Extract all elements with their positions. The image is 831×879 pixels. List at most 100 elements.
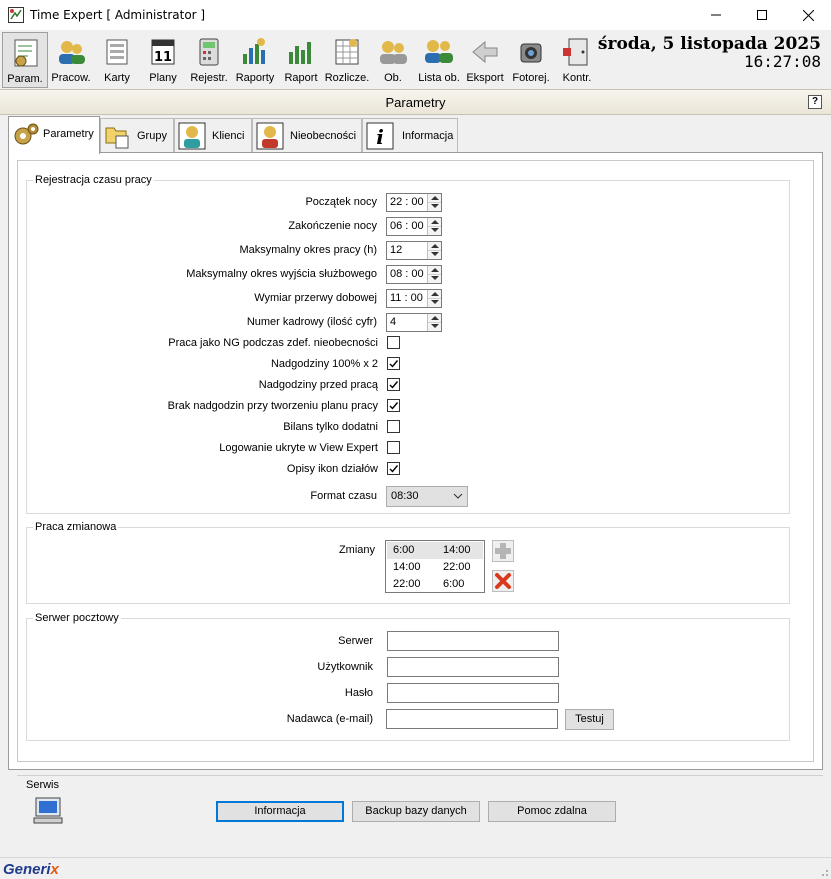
shift-start: 14:00 [393, 561, 421, 573]
password-label: Hasło [344, 687, 373, 699]
spin-field[interactable]: 06 : 00 [386, 217, 442, 236]
spin-up-icon[interactable] [431, 244, 439, 248]
minimize-line-icon [711, 14, 721, 16]
backup-database-button[interactable]: Backup bazy danych [352, 801, 480, 822]
close-icon [802, 9, 814, 21]
shifts-list[interactable]: 6:00 14:00 14:00 22:00 22:00 6:00 [385, 540, 485, 593]
registration-group-title: Rejestracja czasu pracy [33, 174, 154, 186]
field-label: Początek nocy [305, 196, 377, 208]
service-title: Serwis [26, 779, 60, 791]
resize-grip-icon[interactable] [819, 867, 829, 877]
checkbox-label: Bilans tylko dodatni [283, 421, 378, 433]
checkbox[interactable] [387, 420, 400, 433]
spin-down-icon[interactable] [431, 300, 439, 304]
tab-nieobecnosci[interactable]: Nieobecności [252, 118, 362, 152]
section-title: Parametry [385, 95, 446, 110]
close-button[interactable] [785, 0, 831, 30]
current-date: środa, 5 listopada 2025 [597, 34, 821, 54]
checkbox[interactable] [387, 336, 400, 349]
spin-value: 22 : 00 [390, 196, 424, 208]
checkmark-icon [389, 402, 399, 410]
tab-grupy[interactable]: Grupy [100, 118, 174, 152]
time-format-label: Format czasu [310, 490, 377, 502]
sender-email-input[interactable] [386, 709, 558, 729]
spin-up-icon[interactable] [431, 268, 439, 272]
spin-buttons[interactable] [427, 242, 441, 259]
plus-icon [495, 543, 511, 559]
mail-group-title: Serwer pocztowy [33, 612, 121, 624]
svg-text:i: i [376, 125, 384, 149]
checkmark-icon [389, 381, 399, 389]
user-input[interactable] [387, 657, 559, 677]
spin-down-icon[interactable] [431, 252, 439, 256]
tab-label: Nieobecności [290, 130, 357, 142]
checkmark-icon [389, 465, 399, 473]
generix-logo: Generix [3, 861, 59, 878]
maximize-button[interactable] [739, 0, 785, 30]
tab-klienci[interactable]: Klienci [174, 118, 252, 152]
spin-field[interactable]: 12 [386, 241, 442, 260]
server-input[interactable] [387, 631, 559, 651]
spin-value: 06 : 00 [390, 220, 424, 232]
spin-buttons[interactable] [427, 266, 441, 283]
camera-icon [520, 43, 542, 63]
spin-buttons[interactable] [427, 218, 441, 235]
shift-end: 6:00 [443, 578, 465, 590]
user-label: Użytkownik [317, 661, 373, 673]
spin-up-icon[interactable] [431, 316, 439, 320]
export-arrow-icon [472, 40, 498, 64]
checkbox[interactable] [387, 462, 400, 475]
app-icon [8, 7, 24, 23]
spin-down-icon[interactable] [431, 324, 439, 328]
server-label: Serwer [338, 635, 373, 647]
gears-icon [14, 123, 39, 145]
info-button[interactable]: Informacja [216, 801, 344, 822]
spin-up-icon[interactable] [431, 220, 439, 224]
section-header: Parametry [0, 89, 831, 115]
tab-parametry[interactable]: Parametry [8, 116, 100, 154]
shift-end: 14:00 [443, 544, 471, 556]
spin-field[interactable]: 11 : 00 [386, 289, 442, 308]
presence-icon [380, 41, 407, 64]
delete-shift-button[interactable] [492, 570, 514, 592]
spin-buttons[interactable] [427, 194, 441, 211]
list-item[interactable]: 22:00 6:00 [387, 576, 483, 593]
checkbox-label: Praca jako NG podczas zdef. nieobecności [168, 337, 378, 349]
checkbox[interactable] [387, 378, 400, 391]
status-bar: Generix [0, 857, 831, 879]
spin-buttons[interactable] [427, 290, 441, 307]
delete-x-icon [495, 573, 511, 589]
spin-field[interactable]: 4 [386, 313, 442, 332]
help-button[interactable]: ? [808, 95, 822, 109]
spin-up-icon[interactable] [431, 196, 439, 200]
spin-up-icon[interactable] [431, 292, 439, 296]
minimize-window-button[interactable] [693, 0, 739, 30]
shifts-label: Zmiany [338, 544, 375, 556]
checkbox[interactable] [387, 399, 400, 412]
add-shift-button[interactable] [492, 540, 514, 562]
field-label: Maksymalny okres wyjścia służbowego [186, 268, 377, 280]
report-icon [289, 42, 311, 64]
spin-value: 4 [390, 316, 397, 328]
folder-icon [105, 127, 129, 149]
spin-buttons[interactable] [427, 314, 441, 331]
checkbox[interactable] [387, 441, 400, 454]
remote-help-button[interactable]: Pomoc zdalna [488, 801, 616, 822]
spin-field[interactable]: 08 : 00 [386, 265, 442, 284]
list-item[interactable]: 14:00 22:00 [387, 559, 483, 576]
spin-down-icon[interactable] [431, 276, 439, 280]
logo-text: Generi [3, 861, 51, 878]
tab-label: Klienci [212, 130, 245, 142]
password-input[interactable] [387, 683, 559, 703]
spin-down-icon[interactable] [431, 228, 439, 232]
spin-field[interactable]: 22 : 00 [386, 193, 442, 212]
tab-informacja[interactable]: i Informacja [362, 118, 458, 152]
test-mail-button[interactable]: Testuj [565, 709, 614, 730]
spin-down-icon[interactable] [431, 204, 439, 208]
toolbar-button-13[interactable]: Kontr. [554, 32, 600, 88]
time-format-select[interactable]: 08:30 [386, 486, 468, 507]
list-item[interactable]: 6:00 14:00 [387, 542, 483, 559]
service-divider [17, 775, 823, 776]
checkbox[interactable] [387, 357, 400, 370]
shift-start: 6:00 [393, 544, 415, 556]
